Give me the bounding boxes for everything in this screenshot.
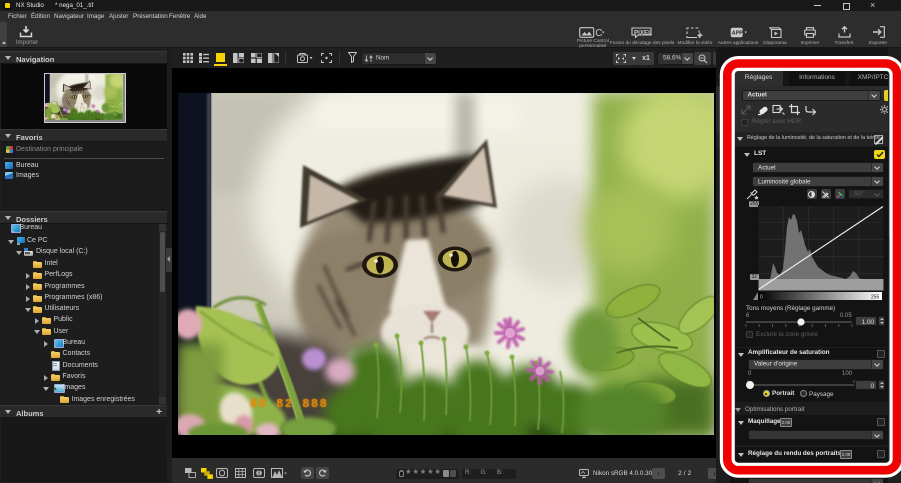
svg-text:APP: APP [732, 31, 743, 37]
svg-text:0: 0 [760, 295, 763, 301]
svg-text:C: C [595, 28, 602, 38]
svg-text:PIXEL: PIXEL [634, 29, 652, 36]
svg-text:88 82 888: 88 82 888 [250, 397, 328, 411]
svg-text:255: 255 [871, 295, 880, 301]
